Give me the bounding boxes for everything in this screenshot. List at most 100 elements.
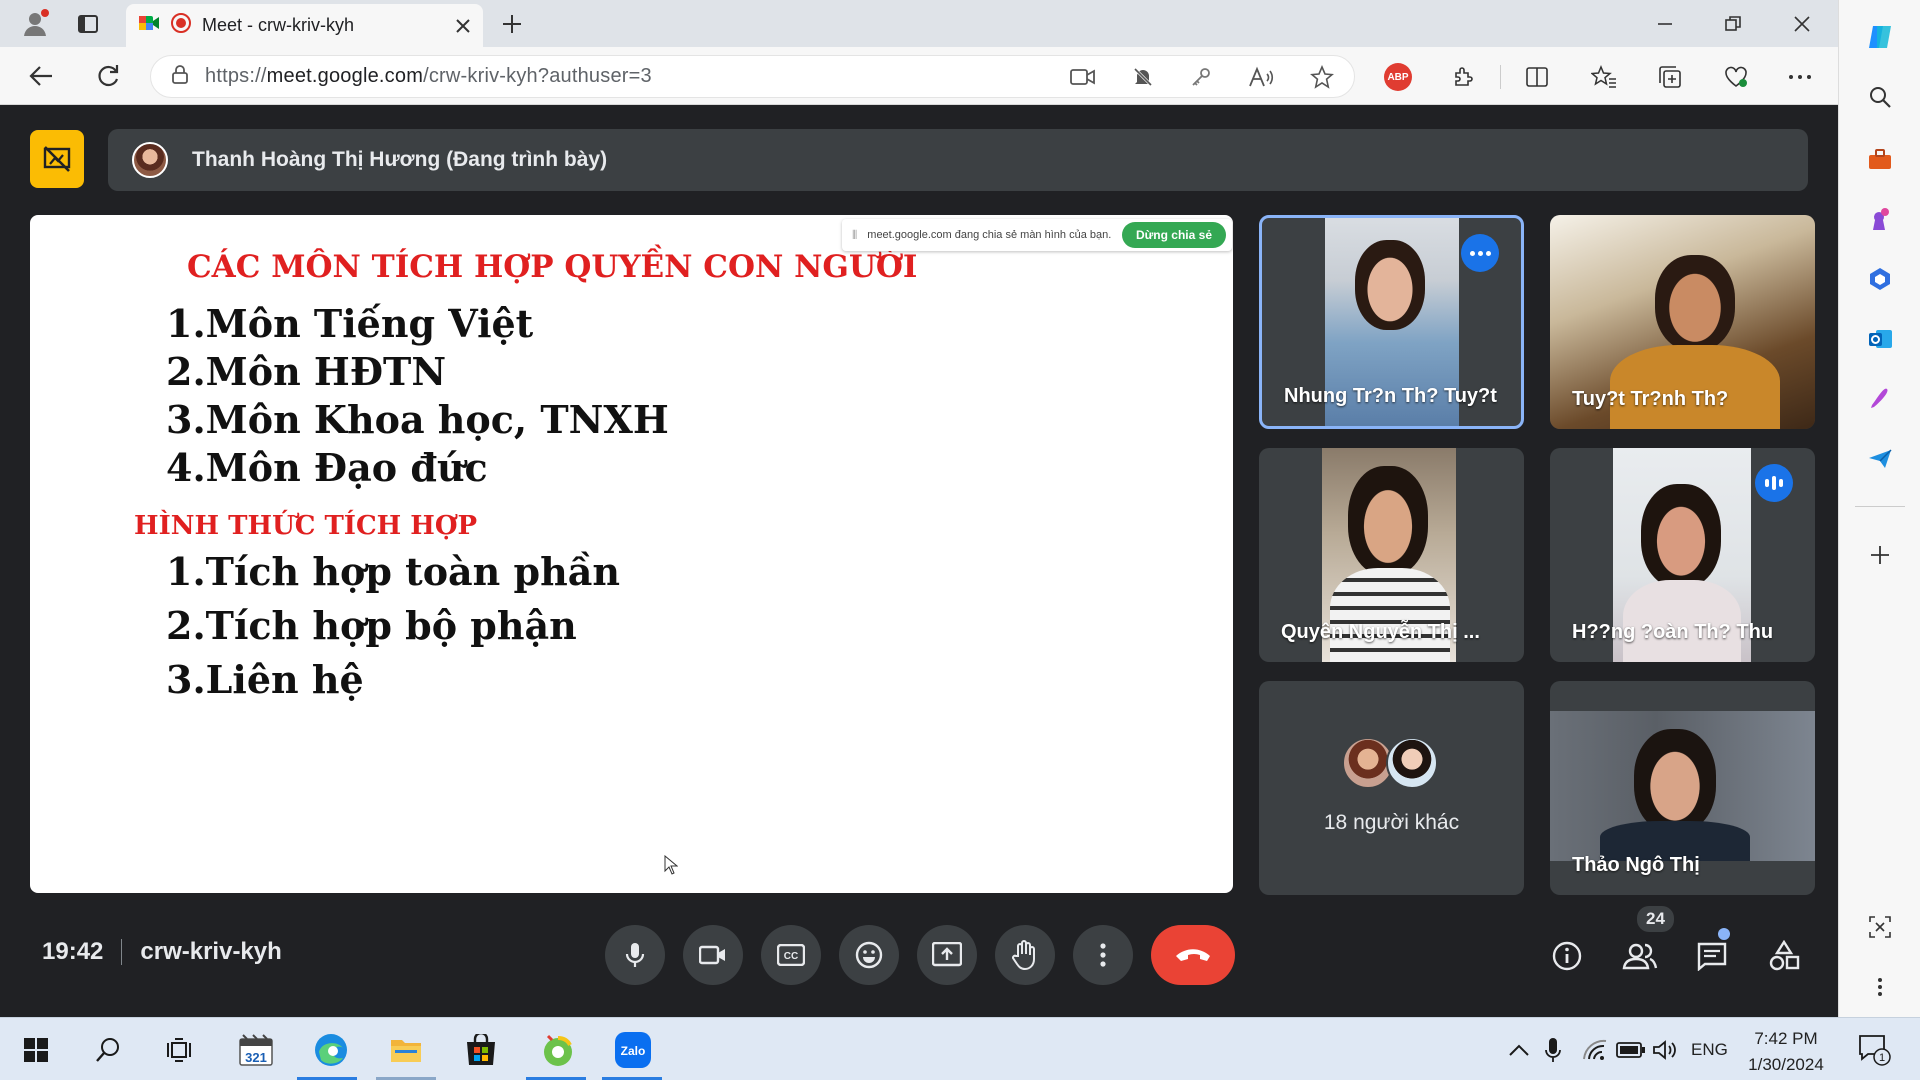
participant-tile[interactable]: Nhung Tr?n Th? Tuy?t	[1259, 215, 1524, 429]
extensions-icon[interactable]	[1450, 63, 1478, 91]
browser-toolbar: https://meet.google.com/crw-kriv-kyh?aut…	[0, 47, 1838, 105]
restore-button[interactable]	[1718, 10, 1748, 38]
participant-name: Tuy?t Tr?nh Th?	[1572, 388, 1729, 410]
games-icon[interactable]	[1865, 204, 1895, 234]
browser-essentials-icon[interactable]	[1722, 63, 1750, 91]
sidebar-settings-icon[interactable]	[1865, 972, 1895, 1002]
back-button[interactable]	[26, 61, 56, 91]
stop-sharing-button[interactable]: Dừng chia sẻ	[1121, 222, 1226, 248]
adblock-extension-icon[interactable]: ABP	[1384, 63, 1412, 91]
url-host: meet.google.com	[266, 65, 424, 87]
meeting-details-button[interactable]	[1545, 934, 1589, 978]
battery-icon[interactable]	[1616, 1018, 1646, 1080]
participant-tile[interactable]: Quyên Nguyễn Thị ...	[1259, 448, 1524, 662]
others-tile[interactable]: 18 người khác	[1259, 681, 1524, 895]
key-icon[interactable]	[1190, 66, 1212, 88]
edge-taskbar-icon[interactable]	[309, 1028, 353, 1072]
copilot-icon[interactable]	[1865, 22, 1895, 52]
new-tab-button[interactable]	[498, 10, 526, 38]
refresh-button[interactable]	[93, 61, 123, 91]
present-screen-button[interactable]	[917, 925, 977, 985]
address-bar[interactable]: https://meet.google.com/crw-kriv-kyh?aut…	[150, 55, 1355, 98]
tab-actions-icon[interactable]	[74, 10, 102, 38]
outlook-icon[interactable]	[1865, 324, 1895, 354]
language-indicator[interactable]: ENG	[1691, 1018, 1728, 1080]
taskbar: 321 Zalo ENG 7:42 PM 1/30/2024 1	[0, 1017, 1920, 1080]
taskbar-search-icon[interactable]	[86, 1028, 130, 1072]
tab-meet[interactable]: Meet - crw-kriv-kyh	[126, 4, 483, 47]
start-button[interactable]	[14, 1028, 58, 1072]
minimize-button[interactable]	[1650, 10, 1680, 38]
lock-icon[interactable]	[171, 64, 189, 89]
profile-icon[interactable]	[18, 6, 52, 40]
slide-item: 2.Môn HĐTN	[166, 349, 447, 394]
slide-item: 4.Môn Đạo đức	[166, 445, 488, 490]
split-screen-icon[interactable]	[1523, 63, 1551, 91]
presenter-avatar	[132, 142, 168, 178]
participant-tile[interactable]: Thảo Ngô Thị	[1550, 681, 1815, 895]
file-explorer-icon[interactable]	[384, 1028, 428, 1072]
camera-button[interactable]	[683, 925, 743, 985]
speaking-indicator-icon	[1755, 464, 1793, 502]
close-window-button[interactable]	[1787, 10, 1817, 38]
leave-call-button[interactable]	[1151, 925, 1235, 985]
activities-button[interactable]	[1762, 934, 1806, 978]
chrome-app-icon[interactable]	[536, 1028, 580, 1072]
notification-center-icon[interactable]: 1	[1858, 1018, 1892, 1080]
people-button[interactable]	[1618, 934, 1662, 978]
meet-window: Thanh Hoàng Thị Hương (Đang trình bày) C…	[6, 106, 1832, 1015]
designer-icon[interactable]	[1865, 384, 1895, 414]
show-hidden-icons[interactable]	[1508, 1018, 1530, 1080]
favorites-icon[interactable]	[1590, 63, 1618, 91]
meet-favicon	[138, 12, 160, 39]
screenshot-icon[interactable]	[1865, 912, 1895, 942]
close-tab-icon[interactable]	[455, 18, 471, 34]
share-notice-text: meet.google.com đang chia sẻ màn hình củ…	[867, 229, 1112, 241]
screen: Meet - crw-kriv-kyh https://meet.google.…	[0, 0, 1920, 1080]
slide-item: 3.Liên hệ	[166, 657, 364, 702]
edge-sidebar	[1838, 0, 1920, 1017]
favorite-star-icon[interactable]	[1310, 64, 1334, 89]
tools-icon[interactable]	[1865, 144, 1895, 174]
system-clock[interactable]: 7:42 PM 1/30/2024	[1742, 1026, 1830, 1078]
collections-icon[interactable]	[1656, 63, 1684, 91]
zalo-icon[interactable]: Zalo	[611, 1028, 655, 1072]
clock-date: 1/30/2024	[1748, 1055, 1824, 1074]
meeting-time: 19:42	[42, 938, 104, 965]
wifi-icon[interactable]	[1582, 1018, 1608, 1080]
microphone-tray-icon[interactable]	[1545, 1018, 1561, 1080]
microsoft-365-icon[interactable]	[1865, 264, 1895, 294]
chat-unread-dot	[1718, 928, 1730, 940]
tab-strip: Meet - crw-kriv-kyh	[0, 0, 1838, 47]
microsoft-store-icon[interactable]	[459, 1028, 503, 1072]
slide-subtitle: HÌNH THỨC TÍCH HỢP	[134, 511, 478, 541]
read-aloud-icon[interactable]	[1248, 66, 1274, 88]
task-view-icon[interactable]	[158, 1028, 202, 1072]
slide-title: CÁC MÔN TÍCH HỢP QUYỀN CON NGƯỜI	[187, 249, 918, 285]
camera-icon[interactable]	[1070, 67, 1096, 87]
notifications-blocked-icon[interactable]	[1132, 66, 1154, 88]
calendar-app-icon[interactable]: 321	[234, 1028, 278, 1072]
search-icon[interactable]	[1865, 82, 1895, 112]
others-count-label: 18 người khác	[1323, 811, 1460, 834]
send-icon[interactable]	[1865, 444, 1895, 474]
participant-options-icon[interactable]	[1461, 234, 1499, 272]
notification-count: 1	[1879, 1052, 1885, 1064]
more-menu-icon[interactable]	[1786, 63, 1814, 91]
raise-hand-button[interactable]	[995, 925, 1055, 985]
participant-tile[interactable]: Tuy?t Tr?nh Th?	[1550, 215, 1815, 429]
add-sidebar-app-icon[interactable]	[1865, 540, 1895, 570]
microphone-button[interactable]	[605, 925, 665, 985]
participant-tile[interactable]: H??ng ?oàn Th? Thu	[1550, 448, 1815, 662]
volume-icon[interactable]	[1652, 1018, 1678, 1080]
presentation-badge[interactable]	[30, 130, 84, 188]
reactions-button[interactable]	[839, 925, 899, 985]
others-avatars	[1342, 737, 1438, 789]
captions-button[interactable]: CC	[761, 925, 821, 985]
mouse-cursor-icon	[664, 854, 679, 880]
drag-handle-icon[interactable]: ⦀	[852, 228, 857, 243]
participant-name: H??ng ?oàn Th? Thu	[1572, 621, 1774, 643]
chat-button[interactable]	[1690, 934, 1734, 978]
recording-icon	[170, 12, 192, 39]
more-options-button[interactable]	[1073, 925, 1133, 985]
